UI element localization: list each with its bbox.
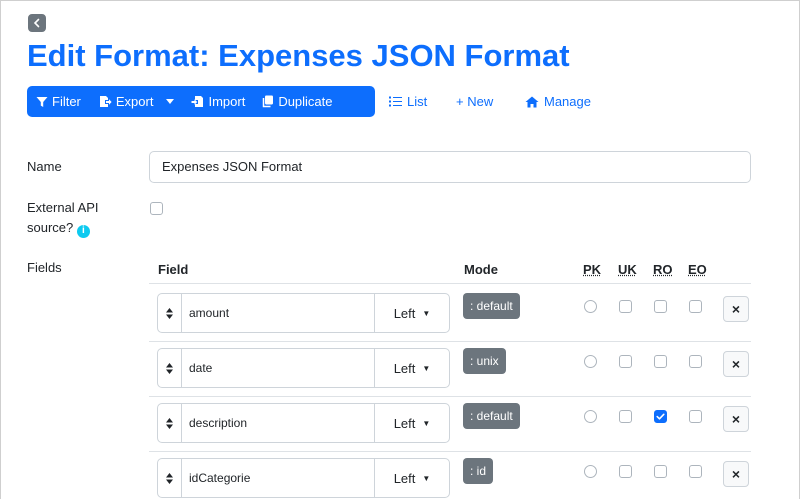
- toolbar-button-group: Filter Export Import Duplicate: [27, 86, 375, 117]
- row-divider: [149, 396, 751, 397]
- new-label: + New: [456, 94, 494, 109]
- filter-button[interactable]: Filter: [27, 86, 87, 117]
- row-divider: [149, 451, 751, 452]
- align-dropdown[interactable]: Left ▼: [374, 459, 449, 497]
- header-pk: PK: [583, 262, 602, 277]
- eo-checkbox[interactable]: [689, 410, 702, 423]
- ro-checkbox[interactable]: [654, 355, 667, 368]
- uk-checkbox[interactable]: [619, 410, 632, 423]
- export-button[interactable]: Export: [87, 86, 160, 117]
- pk-radio[interactable]: [584, 355, 597, 368]
- row-divider: [149, 341, 751, 342]
- align-dropdown[interactable]: Left ▼: [374, 404, 449, 442]
- align-value: Left: [393, 360, 416, 376]
- header-uk: UK: [618, 262, 637, 277]
- duplicate-icon: [263, 95, 274, 108]
- align-value: Left: [393, 415, 416, 431]
- row-divider: [149, 283, 751, 284]
- import-icon: [191, 96, 204, 107]
- external-api-label-line1: External API: [27, 200, 99, 215]
- import-button[interactable]: Import: [181, 86, 251, 117]
- field-name[interactable]: amount: [182, 294, 374, 332]
- export-label: Export: [115, 94, 154, 109]
- eo-checkbox[interactable]: [689, 465, 702, 478]
- sort-handle-icon[interactable]: [158, 459, 182, 497]
- delete-field-button[interactable]: ×: [723, 461, 749, 487]
- sort-handle-icon[interactable]: [158, 294, 182, 332]
- header-mode: Mode: [464, 262, 498, 277]
- name-label: Name: [27, 159, 62, 174]
- mode-badge[interactable]: : id: [463, 458, 494, 484]
- align-dropdown[interactable]: Left ▼: [374, 349, 449, 387]
- caret-down-icon: ▼: [422, 308, 431, 318]
- home-icon: [525, 96, 539, 107]
- eo-checkbox[interactable]: [689, 355, 702, 368]
- field-name[interactable]: description: [182, 404, 374, 442]
- duplicate-button[interactable]: Duplicate: [251, 86, 338, 117]
- info-icon[interactable]: i: [76, 224, 90, 238]
- ro-checkbox[interactable]: [654, 410, 667, 423]
- caret-down-icon: [166, 99, 175, 104]
- page-title: Edit Format: Expenses JSON Format: [27, 38, 570, 73]
- chevron-left-icon: [33, 18, 40, 28]
- name-input[interactable]: Expenses JSON Format: [149, 151, 751, 183]
- caret-down-icon: ▼: [422, 418, 431, 428]
- external-api-label: External API source? i: [27, 198, 99, 238]
- caret-down-icon: ▼: [422, 363, 431, 373]
- export-icon: [99, 96, 112, 107]
- back-button[interactable]: [28, 14, 46, 32]
- list-button[interactable]: List: [389, 86, 427, 117]
- sort-handle-icon[interactable]: [158, 349, 182, 387]
- import-label: Import: [208, 94, 246, 109]
- align-dropdown[interactable]: Left ▼: [374, 294, 449, 332]
- mode-badge[interactable]: : default: [463, 403, 520, 429]
- table-row: description Left ▼: [157, 403, 450, 443]
- list-label: List: [407, 94, 428, 109]
- delete-field-button[interactable]: ×: [723, 296, 749, 322]
- uk-checkbox[interactable]: [619, 355, 632, 368]
- sort-handle-icon[interactable]: [158, 404, 182, 442]
- ro-checkbox[interactable]: [654, 300, 667, 313]
- align-value: Left: [393, 305, 416, 321]
- filter-label: Filter: [52, 94, 81, 109]
- table-row: amount Left ▼: [157, 293, 450, 333]
- window-frame-top: [0, 0, 800, 8]
- mode-badge[interactable]: : default: [463, 293, 520, 319]
- export-dropdown-toggle[interactable]: [159, 86, 181, 117]
- delete-field-button[interactable]: ×: [723, 351, 749, 377]
- field-name[interactable]: idCategorie: [182, 459, 374, 497]
- header-eo: EO: [688, 262, 707, 277]
- manage-button[interactable]: Manage: [525, 86, 591, 117]
- align-value: Left: [393, 470, 416, 486]
- fields-label: Fields: [27, 260, 62, 275]
- uk-checkbox[interactable]: [619, 465, 632, 478]
- external-api-label-line2: source?: [27, 220, 74, 235]
- window-frame-left: [0, 0, 12, 499]
- external-api-checkbox[interactable]: [150, 202, 163, 215]
- delete-field-button[interactable]: ×: [723, 406, 749, 432]
- manage-label: Manage: [544, 94, 591, 109]
- filter-icon: [36, 96, 48, 107]
- new-button[interactable]: + New: [456, 86, 493, 117]
- checkmark-icon: [656, 413, 665, 420]
- duplicate-label: Duplicate: [278, 94, 333, 109]
- pk-radio[interactable]: [584, 465, 597, 478]
- pk-radio[interactable]: [584, 300, 597, 313]
- header-ro: RO: [653, 262, 673, 277]
- header-field: Field: [158, 262, 189, 277]
- pk-radio[interactable]: [584, 410, 597, 423]
- field-name[interactable]: date: [182, 349, 374, 387]
- caret-down-icon: ▼: [422, 473, 431, 483]
- uk-checkbox[interactable]: [619, 300, 632, 313]
- table-row: idCategorie Left ▼: [157, 458, 450, 498]
- eo-checkbox[interactable]: [689, 300, 702, 313]
- ro-checkbox[interactable]: [654, 465, 667, 478]
- mode-badge[interactable]: : unix: [463, 348, 506, 374]
- table-row: date Left ▼: [157, 348, 450, 388]
- list-icon: [389, 96, 402, 107]
